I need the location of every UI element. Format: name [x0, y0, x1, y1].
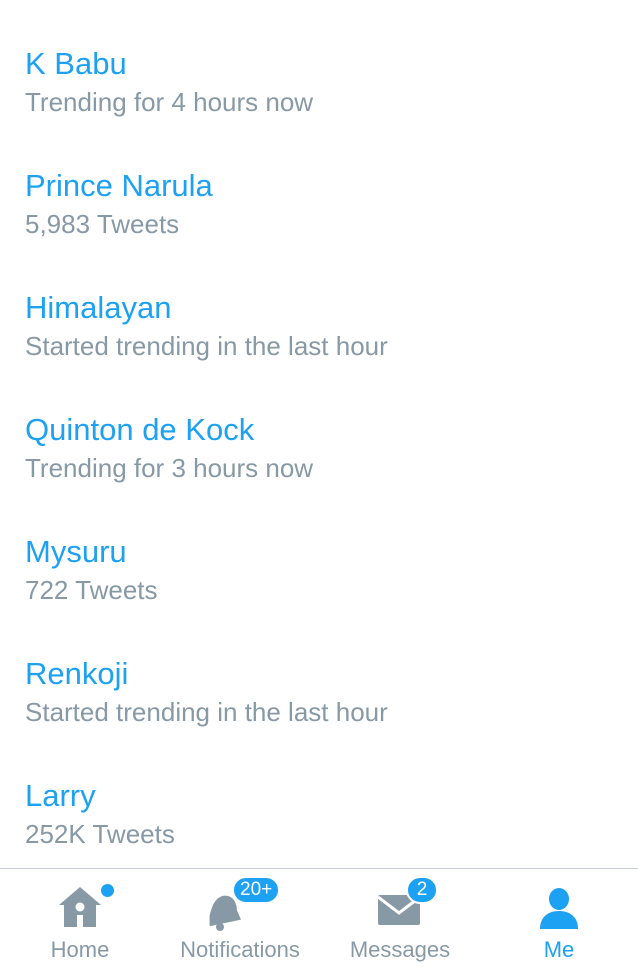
tab-notifications[interactable]: 20+ Notifications — [160, 869, 320, 967]
tab-label: Notifications — [180, 937, 300, 962]
trend-item[interactable]: Himalayan Started trending in the last h… — [0, 290, 638, 412]
home-icon — [59, 887, 101, 927]
trend-name: Quinton de Kock — [25, 412, 255, 447]
trend-meta: 252K Tweets — [25, 819, 175, 849]
trend-meta: Started trending in the last hour — [25, 331, 388, 361]
trend-name: Larry — [25, 778, 96, 813]
trend-meta: Trending for 4 hours now — [25, 87, 314, 117]
trend-meta: Trending for 3 hours now — [25, 453, 314, 483]
home-unread-dot — [101, 884, 114, 897]
trend-meta: Started trending in the last hour — [25, 697, 388, 727]
trends-list: K Babu Trending for 4 hours now Prince N… — [0, 0, 638, 868]
tab-label: Home — [50, 937, 110, 962]
notifications-badge: 20+ — [232, 876, 281, 904]
messages-badge: 2 — [406, 876, 438, 904]
trend-item[interactable]: Renkoji Started trending in the last hou… — [0, 656, 638, 778]
tab-bar: Home 20+ Notifications 2 Messages Me — [0, 868, 638, 967]
trend-meta: 722 Tweets — [25, 575, 158, 605]
person-icon — [540, 888, 578, 929]
tab-label: Me — [543, 937, 575, 962]
trend-meta: 5,983 Tweets — [25, 209, 180, 239]
tab-home[interactable]: Home — [0, 869, 160, 967]
tab-messages[interactable]: 2 Messages — [320, 869, 480, 967]
tab-label: Messages — [349, 937, 451, 962]
trend-item[interactable]: K Babu Trending for 4 hours now — [0, 46, 638, 168]
trend-item[interactable]: Prince Narula 5,983 Tweets — [0, 168, 638, 290]
trend-name: Renkoji — [25, 656, 129, 691]
trend-name: Himalayan — [25, 290, 172, 325]
trend-name: Prince Narula — [25, 168, 213, 203]
trends-screen: K Babu Trending for 4 hours now Prince N… — [0, 0, 638, 967]
trend-item[interactable]: Quinton de Kock Trending for 3 hours now — [0, 412, 638, 534]
trend-name: K Babu — [25, 46, 127, 81]
trend-item[interactable]: Mysuru 722 Tweets — [0, 534, 638, 656]
trend-item[interactable]: Larry 252K Tweets — [0, 778, 638, 868]
trend-name: Mysuru — [25, 534, 127, 569]
tab-me[interactable]: Me — [480, 869, 638, 967]
